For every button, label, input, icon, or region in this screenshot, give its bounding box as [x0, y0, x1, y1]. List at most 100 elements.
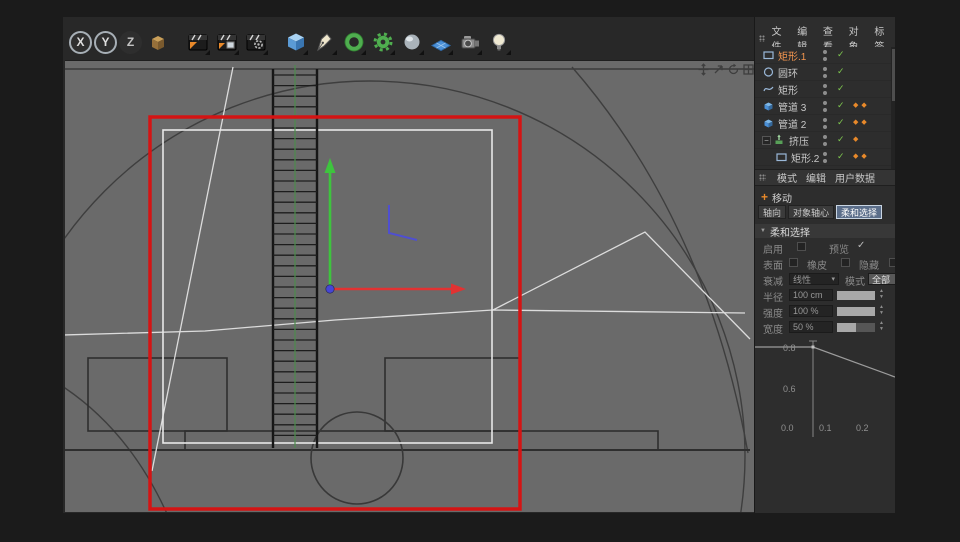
panel-grid-icon[interactable]: [759, 35, 765, 42]
deformer-button[interactable]: [369, 29, 396, 56]
curve-node[interactable]: [812, 346, 815, 349]
white-tent-spline[interactable]: [493, 232, 750, 339]
pan-icon[interactable]: [697, 63, 710, 76]
preview-check-icon[interactable]: ✓: [857, 240, 865, 251]
camera-button[interactable]: [456, 29, 483, 56]
gizmo-y-arrowhead[interactable]: [325, 158, 336, 173]
falloff-value: 线性: [793, 273, 811, 285]
render-settings-button[interactable]: [242, 29, 269, 56]
strength-input[interactable]: 100 %: [789, 305, 833, 317]
dome-arc[interactable]: [65, 81, 745, 512]
mode-axial-button[interactable]: 轴向: [758, 205, 786, 219]
falloff-dropdown[interactable]: 线性 ▾: [789, 273, 839, 285]
enable-checkbox[interactable]: [797, 242, 806, 251]
rotate-icon[interactable]: [727, 63, 740, 76]
collapse-toggle[interactable]: −: [762, 136, 771, 145]
axis-x-button[interactable]: X: [69, 31, 92, 54]
visibility-dots[interactable]: [823, 101, 827, 112]
width-row: 宽度 50 % ▲ ▼: [755, 319, 895, 335]
radius-slider[interactable]: [837, 291, 875, 300]
maximize-icon[interactable]: [742, 63, 754, 76]
surface-checkbox[interactable]: [789, 258, 798, 267]
dark-structures[interactable]: [65, 358, 750, 504]
strength-stepper[interactable]: ▲ ▼: [879, 304, 884, 316]
radius-input[interactable]: 100 cm: [789, 289, 833, 301]
mode-soft-selection-button[interactable]: 柔和选择: [836, 205, 882, 219]
white-horizontal-spline[interactable]: [65, 310, 745, 335]
enabled-check-icon[interactable]: ✓: [837, 151, 845, 162]
right-panel: 文件 编辑 查看 对象 标签 矩形.1 ✓: [754, 17, 895, 513]
right-arc[interactable]: [572, 67, 748, 453]
subdivision-surface-button[interactable]: [340, 29, 367, 56]
viewport[interactable]: [65, 60, 754, 512]
white-splines[interactable]: [65, 67, 750, 471]
zoom-icon[interactable]: [712, 63, 725, 76]
mode-object-axis-button[interactable]: 对象轴心: [788, 205, 834, 219]
soft-selection-section-header[interactable]: ▼ 柔和选择: [755, 224, 895, 238]
axis-z-button[interactable]: Z: [119, 31, 142, 54]
gizmo-x-arrowhead[interactable]: [451, 284, 466, 295]
falloff-curve-graph[interactable]: 0.8 0.6 0.0 0.1 0.2: [755, 335, 895, 465]
hidden-checkbox[interactable]: [889, 258, 895, 267]
floor-button[interactable]: [427, 29, 454, 56]
visibility-dots[interactable]: [823, 84, 827, 95]
mode-dropdown[interactable]: 全部: [868, 273, 895, 285]
tab-user-data[interactable]: 用户数据: [835, 170, 875, 185]
mode-label: 模式: [845, 273, 865, 288]
eraser-label: 橡皮: [807, 257, 827, 272]
object-row-rectangle-1[interactable]: 矩形.1 ✓: [755, 47, 895, 64]
tag-diamond-icons[interactable]: ◆◆: [853, 152, 870, 160]
enabled-check-icon[interactable]: ✓: [837, 100, 845, 111]
render-view-button[interactable]: [184, 29, 211, 56]
stepper-down-icon[interactable]: ▼: [879, 294, 884, 300]
strength-slider[interactable]: [837, 307, 875, 316]
visibility-dots[interactable]: [823, 67, 827, 78]
right-box-outline[interactable]: [385, 358, 520, 431]
light-button[interactable]: [485, 29, 512, 56]
tab-mode[interactable]: 模式: [777, 170, 797, 185]
primitive-cube-button[interactable]: [282, 29, 309, 56]
width-stepper[interactable]: ▲ ▼: [879, 320, 884, 332]
environment-sphere-button[interactable]: [398, 29, 425, 56]
move-gizmo[interactable]: [325, 158, 467, 295]
radius-stepper[interactable]: ▲ ▼: [879, 288, 884, 300]
bottom-circle-spline[interactable]: [311, 412, 403, 504]
object-row-rectangle[interactable]: 矩形 ✓: [755, 81, 895, 98]
object-row-circle[interactable]: 圆环 ✓: [755, 64, 895, 81]
pen-spline-button[interactable]: [311, 29, 338, 56]
enabled-check-icon[interactable]: ✓: [837, 49, 845, 60]
tag-diamond-icons[interactable]: ◆: [853, 135, 861, 143]
eraser-checkbox[interactable]: [841, 258, 850, 267]
visibility-dots[interactable]: [823, 50, 827, 61]
object-list-scrollbar[interactable]: [891, 47, 895, 169]
left-box-outline[interactable]: [88, 358, 227, 431]
visibility-dots[interactable]: [823, 135, 827, 146]
object-row-pipe-3[interactable]: 管道 3 ✓ ◆◆: [755, 98, 895, 115]
object-row-extrude[interactable]: − 挤压 ✓ ◆: [755, 132, 895, 149]
tab-edit[interactable]: 编辑: [806, 170, 826, 185]
stepper-down-icon[interactable]: ▼: [879, 326, 884, 332]
falloff-curve-line[interactable]: [755, 347, 895, 377]
render-picture-viewer-button[interactable]: [213, 29, 240, 56]
stepper-down-icon[interactable]: ▼: [879, 310, 884, 316]
white-diagonal-spline[interactable]: [152, 67, 233, 471]
gizmo-origin-dot[interactable]: [326, 285, 334, 293]
visibility-dots[interactable]: [823, 152, 827, 163]
enabled-check-icon[interactable]: ✓: [837, 117, 845, 128]
panel-grid-icon[interactable]: [759, 174, 766, 181]
gizmo-plane-handle[interactable]: [389, 205, 417, 240]
enabled-check-icon[interactable]: ✓: [837, 66, 845, 77]
object-row-rectangle-2[interactable]: 矩形.2 ✓ ◆◆: [755, 149, 895, 166]
visibility-dots[interactable]: [823, 118, 827, 129]
viewport-canvas[interactable]: [65, 61, 754, 512]
axis-y-button[interactable]: Y: [94, 31, 117, 54]
tag-diamond-icons[interactable]: ◆◆: [853, 101, 870, 109]
tag-diamond-icons[interactable]: ◆◆: [853, 118, 870, 126]
coordinate-system-button[interactable]: [144, 29, 171, 56]
width-input[interactable]: 50 %: [789, 321, 833, 333]
enabled-check-icon[interactable]: ✓: [837, 83, 845, 94]
base-slab-outline[interactable]: [185, 431, 658, 450]
enabled-check-icon[interactable]: ✓: [837, 134, 845, 145]
width-slider[interactable]: [837, 323, 875, 332]
object-row-pipe-2[interactable]: 管道 2 ✓ ◆◆: [755, 115, 895, 132]
